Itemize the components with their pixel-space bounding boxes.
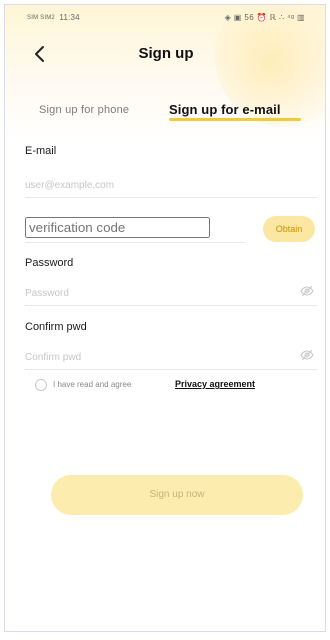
confirm-password-input[interactable] [25, 348, 315, 367]
agreement-text: I have read and agree [53, 380, 132, 389]
password-input[interactable] [25, 284, 315, 303]
active-tab-indicator [169, 118, 301, 121]
carrier-label: SIM SIM2 [27, 14, 55, 21]
status-time: 11:34 [59, 13, 80, 22]
email-input[interactable] [25, 176, 315, 195]
navbar: Sign up [5, 40, 325, 74]
password-divider [25, 305, 317, 306]
agreement-checkbox[interactable] [35, 379, 47, 391]
password-label: Password [25, 257, 74, 269]
signup-tabs: Sign up for phone Sign up for e-mail [5, 99, 325, 123]
page-title: Sign up [138, 45, 194, 62]
confirm-password-divider [25, 369, 317, 370]
password-toggle-svg [300, 285, 314, 297]
eye-off-icon[interactable] [299, 283, 315, 299]
eye-off-icon[interactable] [299, 347, 315, 363]
confirm-password-label: Confirm pwd [25, 321, 87, 333]
verification-field-wrapper [25, 217, 237, 238]
obtain-code-button[interactable]: Obtain [263, 216, 315, 242]
sign-up-now-button[interactable]: Sign up now [51, 475, 303, 515]
tab-phone[interactable]: Sign up for phone [39, 104, 129, 116]
verification-divider [25, 242, 245, 243]
email-divider [25, 197, 317, 198]
password-field-wrapper [25, 283, 315, 303]
status-bar: SIM SIM2 11:34 ◈ ▣ 56 ⏰ ℝ ∴ ⁴ᵍ ▥ [5, 5, 325, 29]
status-icons: ◈ ▣ 56 ⏰ ℝ ∴ ⁴ᵍ ▥ [224, 13, 305, 22]
verification-code-input[interactable] [25, 217, 210, 238]
status-left: SIM SIM2 11:34 [27, 13, 80, 22]
confirm-toggle-svg [300, 349, 314, 361]
privacy-agreement-link[interactable]: Privacy agreement [175, 379, 255, 389]
email-field-wrapper [25, 175, 315, 195]
confirm-password-field-wrapper [25, 347, 315, 367]
email-label: E-mail [25, 145, 57, 157]
tab-email[interactable]: Sign up for e-mail [169, 102, 281, 117]
signup-screen: SIM SIM2 11:34 ◈ ▣ 56 ⏰ ℝ ∴ ⁴ᵍ ▥ Sign up… [4, 4, 326, 632]
